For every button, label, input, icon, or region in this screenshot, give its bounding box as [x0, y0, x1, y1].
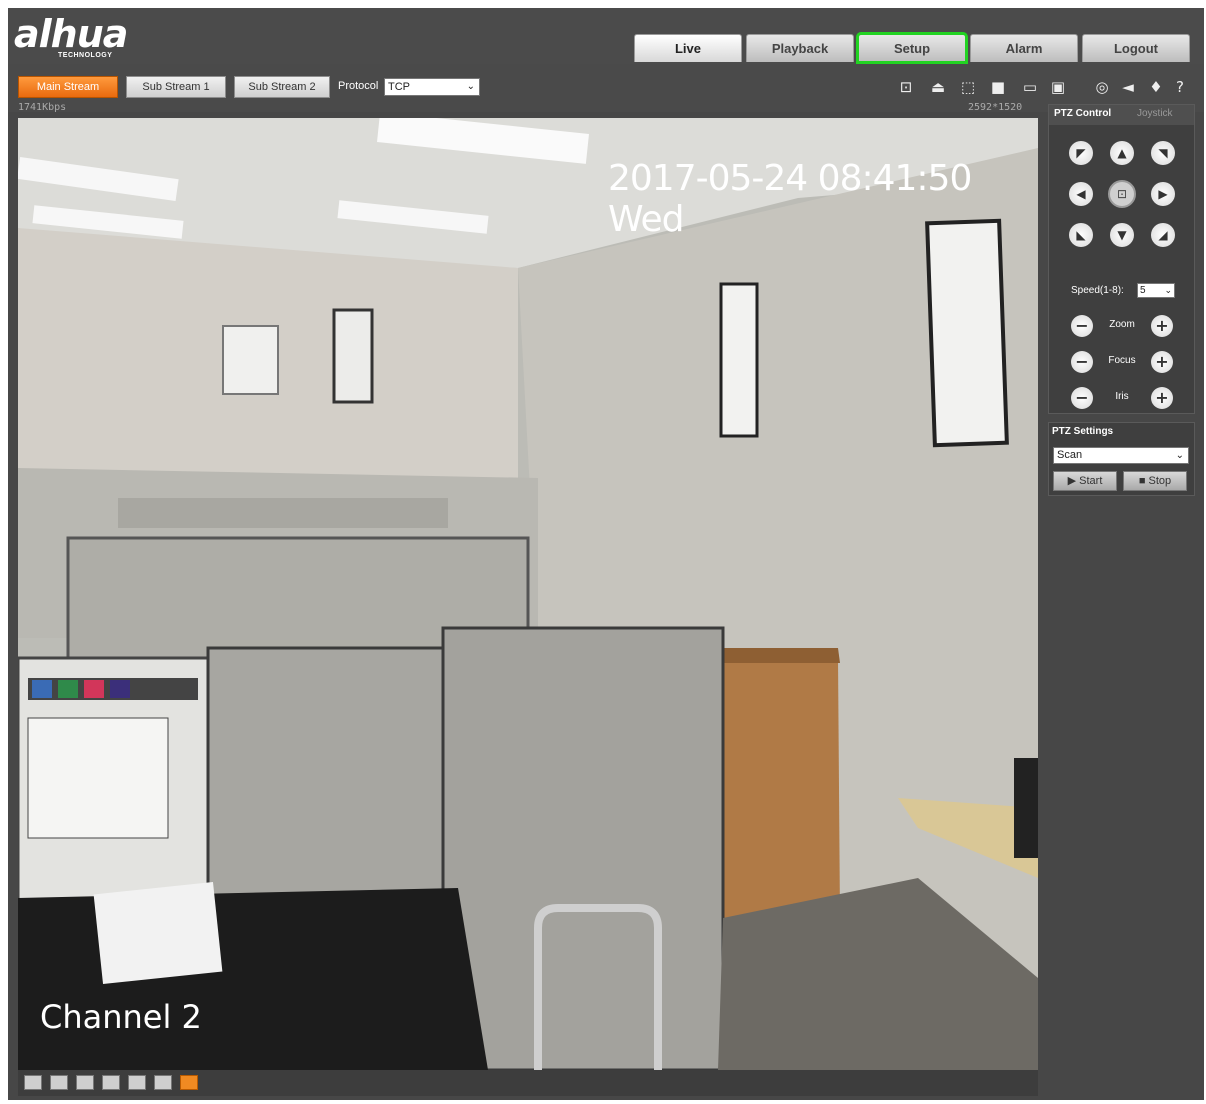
- iris-label: Iris: [1115, 391, 1129, 402]
- ptz-down-left-button[interactable]: ◣: [1069, 223, 1093, 247]
- fullscreen-icon[interactable]: ■: [988, 77, 1008, 97]
- ptz-down-right-button[interactable]: ◢: [1151, 223, 1175, 247]
- zoom-icon[interactable]: ⊡: [896, 77, 916, 97]
- app-window: alhua TECHNOLOGY Live Playback Setup Ala…: [8, 8, 1204, 1100]
- focus-label: Focus: [1108, 355, 1136, 366]
- focus-far-button[interactable]: +: [1151, 351, 1173, 373]
- dahua-logo: alhua TECHNOLOGY: [14, 14, 164, 60]
- ptz-control-panel: PTZ Control Joystick ◤ ▲ ◥ ◀ ⊡ ▶ ◣ ▼ ◢ S…: [1048, 104, 1195, 414]
- ptz-settings-title: PTZ Settings: [1052, 426, 1114, 437]
- record-icon[interactable]: ▣: [1048, 77, 1068, 97]
- tab-alarm[interactable]: Alarm: [970, 34, 1078, 62]
- live-video[interactable]: 2017-05-24 08:41:50 Wed Channel 2: [18, 118, 1038, 1070]
- chevron-down-icon: ⌄: [1175, 450, 1184, 461]
- main-stream-button[interactable]: Main Stream: [18, 76, 118, 98]
- fullscreen-icon[interactable]: [76, 1075, 94, 1090]
- ptz-right-button[interactable]: ▶: [1151, 182, 1175, 206]
- ptz-preset-icon[interactable]: ◎: [1092, 77, 1112, 97]
- ptz-up-button[interactable]: ▲: [1110, 141, 1134, 165]
- tab-setup[interactable]: Setup: [856, 32, 968, 64]
- help-icon[interactable]: ?: [1170, 77, 1190, 97]
- channel-overlay: Channel 2: [40, 998, 202, 1036]
- speed-label: Speed(1-8):: [1071, 285, 1124, 296]
- logo-sub: TECHNOLOGY: [58, 52, 113, 59]
- timestamp-overlay: 2017-05-24 08:41:50 Wed: [608, 158, 972, 240]
- aspect-16-9-icon[interactable]: [128, 1075, 146, 1090]
- header: alhua TECHNOLOGY Live Playback Setup Ala…: [8, 8, 1204, 64]
- ptz-start-button[interactable]: ▶ Start: [1053, 471, 1117, 491]
- ptz-mode-value: Scan: [1057, 449, 1083, 461]
- focus-near-button[interactable]: −: [1071, 351, 1093, 373]
- ptz-up-left-button[interactable]: ◤: [1069, 141, 1093, 165]
- tab-logout[interactable]: Logout: [1082, 34, 1190, 62]
- ptz-center-button[interactable]: ⊡: [1108, 180, 1136, 208]
- camera-scene: [18, 118, 1038, 1070]
- microphone-icon[interactable]: ♦: [1146, 77, 1166, 97]
- chevron-down-icon: ⌄: [1164, 285, 1172, 295]
- protocol-select[interactable]: TCP ⌄: [384, 78, 480, 96]
- ptz-settings-panel: PTZ Settings Scan ⌄ ▶ Start ■ Stop: [1048, 422, 1195, 496]
- original-size-icon[interactable]: [50, 1075, 68, 1090]
- tab-playback[interactable]: Playback: [746, 34, 854, 62]
- ptz-tab-bar: PTZ Control Joystick: [1049, 105, 1194, 125]
- bitrate-readout: 1741Kbps: [18, 102, 67, 113]
- zoom-in-button[interactable]: +: [1151, 315, 1173, 337]
- stop-icon: ■: [1138, 475, 1149, 487]
- stream-bar: Main Stream Sub Stream 1 Sub Stream 2 Pr…: [8, 64, 1204, 113]
- image-adjust-icon[interactable]: [24, 1075, 42, 1090]
- protocol-label: Protocol: [338, 80, 379, 92]
- rules-icon[interactable]: [180, 1075, 198, 1090]
- sub-stream-1-button[interactable]: Sub Stream 1: [126, 76, 226, 98]
- audio-icon[interactable]: ◄: [1118, 77, 1138, 97]
- region-focus-icon[interactable]: ⬚: [958, 77, 978, 97]
- logo-brand: alhua: [14, 12, 128, 56]
- zoom-out-button[interactable]: −: [1071, 315, 1093, 337]
- tab-live[interactable]: Live: [634, 34, 742, 62]
- iris-close-button[interactable]: −: [1071, 387, 1093, 409]
- video-bottom-bar: [18, 1070, 1038, 1096]
- ptz-mode-select[interactable]: Scan ⌄: [1053, 447, 1189, 464]
- tab-ptz-control[interactable]: PTZ Control: [1054, 108, 1111, 119]
- chevron-down-icon: ⌄: [466, 81, 475, 92]
- ptz-stop-button[interactable]: ■ Stop: [1123, 471, 1187, 491]
- start-label: Start: [1079, 475, 1103, 487]
- protocol-value: TCP: [388, 81, 410, 93]
- resolution-readout: 2592*1520: [968, 102, 1023, 113]
- iris-open-button[interactable]: +: [1151, 387, 1173, 409]
- ptz-left-button[interactable]: ◀: [1069, 182, 1093, 206]
- stop-label: Stop: [1148, 475, 1172, 487]
- sub-stream-2-button[interactable]: Sub Stream 2: [234, 76, 330, 98]
- aspect-4-3-icon[interactable]: [102, 1075, 120, 1090]
- alarm-light-icon[interactable]: ⏏: [928, 77, 948, 97]
- ptz-up-right-button[interactable]: ◥: [1151, 141, 1175, 165]
- zoom-label: Zoom: [1109, 319, 1135, 330]
- snapshot-icon[interactable]: ▭: [1020, 77, 1040, 97]
- fluency-icon[interactable]: [154, 1075, 172, 1090]
- play-icon: ▶: [1067, 475, 1080, 487]
- speed-select[interactable]: 5 ⌄: [1137, 283, 1175, 298]
- speed-value: 5: [1140, 285, 1146, 296]
- tab-joystick[interactable]: Joystick: [1137, 108, 1173, 119]
- ptz-down-button[interactable]: ▼: [1110, 223, 1134, 247]
